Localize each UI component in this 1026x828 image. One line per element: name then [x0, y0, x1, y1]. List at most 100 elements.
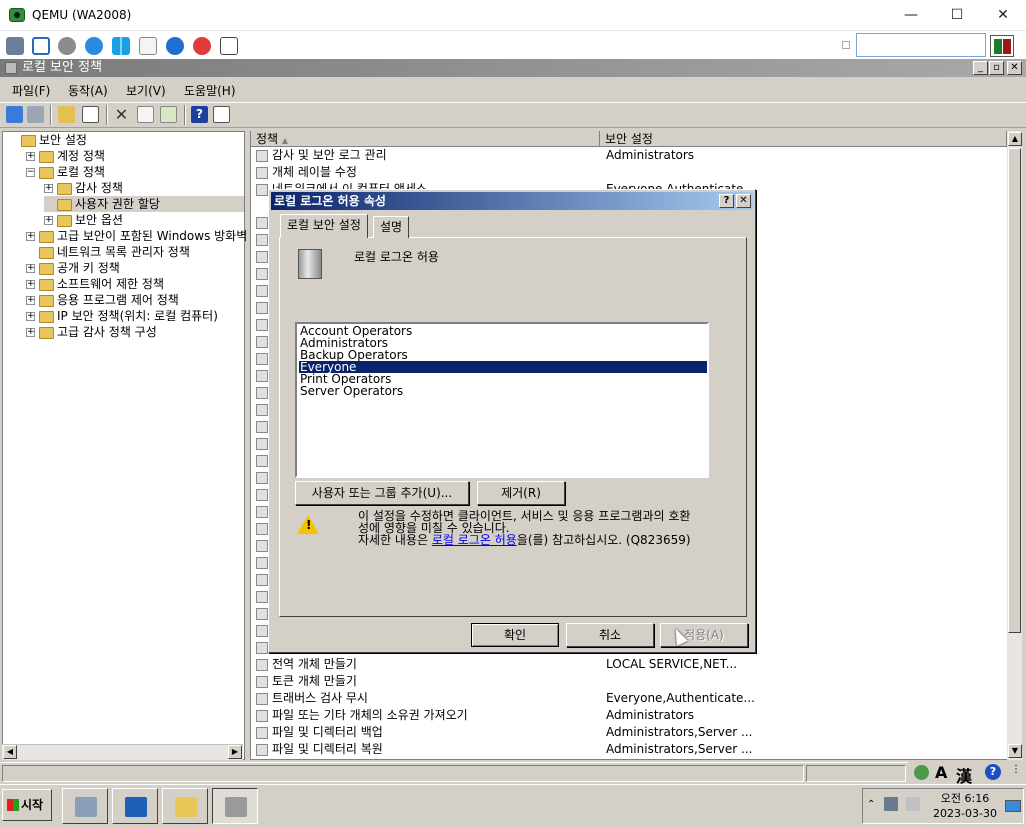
clock[interactable]: 오전 6:16 2023-03-30	[930, 791, 1000, 821]
table-row[interactable]: 개체 레이블 수정	[256, 164, 1006, 181]
fullscreen-icon[interactable]	[32, 37, 50, 55]
tree-expander-icon[interactable]: +	[44, 216, 53, 225]
show-hide-tree-icon[interactable]	[82, 106, 99, 123]
windows-logo-icon[interactable]	[112, 37, 130, 55]
dialog-help-button[interactable]: ?	[719, 194, 734, 208]
policy-icon	[256, 268, 268, 280]
scroll-up-button[interactable]: ▲	[1008, 132, 1022, 146]
table-row[interactable]: 파일 및 디렉터리 복원 Administrators,Server ...	[256, 741, 1006, 758]
search-checkbox[interactable]	[842, 41, 850, 49]
maximize-button[interactable]: ☐	[934, 0, 980, 31]
host-search-input[interactable]	[856, 33, 986, 57]
add-user-group-button[interactable]: 사용자 또는 그룹 추가(U)...	[295, 481, 469, 505]
volume-muted-icon[interactable]	[906, 797, 920, 811]
screenshot-icon[interactable]	[220, 37, 238, 55]
tree-item[interactable]: + 보안 옵션	[44, 212, 244, 228]
policy-name: 로컬 로그온 허용	[354, 250, 439, 264]
tree-item[interactable]: 보안 설정	[8, 132, 244, 148]
tree-expander-icon[interactable]: +	[26, 232, 35, 241]
properties-icon[interactable]	[137, 106, 154, 123]
column-header-setting[interactable]: 보안 설정	[600, 131, 1007, 147]
power-off-icon[interactable]	[193, 37, 211, 55]
policy-help-link[interactable]: 로컬 로그온 허용	[432, 533, 517, 547]
export-list-icon[interactable]	[160, 106, 177, 123]
tree-item[interactable]: + IP 보안 정책(위치: 로컬 컴퓨터)	[26, 308, 244, 324]
taskbar-explorer[interactable]	[162, 788, 208, 824]
tree-item[interactable]: + 응용 프로그램 제어 정책	[26, 292, 244, 308]
show-hidden-icons-icon[interactable]: ⌃	[867, 799, 875, 810]
info-icon[interactable]	[166, 37, 184, 55]
menu-help[interactable]: 도움말(H)	[184, 82, 236, 99]
table-row[interactable]: 감사 및 보안 로그 관리 Administrators	[256, 147, 1006, 164]
tree-expander-icon[interactable]: +	[26, 152, 35, 161]
folder-icon	[39, 262, 54, 275]
remove-button[interactable]: 제거(R)	[477, 481, 565, 505]
table-row[interactable]: 파일 및 디렉터리 백업 Administrators,Server ...	[256, 724, 1006, 741]
menu-view[interactable]: 보기(V)	[126, 82, 166, 99]
menu-file[interactable]: 파일(F)	[12, 82, 50, 99]
tab-local-security-setting[interactable]: 로컬 보안 설정	[280, 214, 368, 238]
menu-action[interactable]: 동작(A)	[68, 82, 108, 99]
refresh-icon[interactable]	[85, 37, 103, 55]
ime-options-icon[interactable]: ⋮	[1011, 764, 1021, 775]
close-window-button[interactable]: ✕	[980, 0, 1026, 31]
taskbar-powershell[interactable]	[112, 788, 158, 824]
start-button[interactable]: 시작	[2, 789, 52, 821]
mdi-minimize-button[interactable]: _	[973, 61, 988, 75]
mdi-restore-button[interactable]: ▫	[989, 61, 1004, 75]
up-folder-icon[interactable]	[58, 106, 75, 123]
status-pane-main	[2, 765, 804, 782]
tree-expander-icon[interactable]: +	[26, 328, 35, 337]
scrollbar-thumb[interactable]	[1008, 148, 1021, 633]
ime-tools-icon[interactable]	[914, 765, 929, 780]
scroll-down-button[interactable]: ▼	[1008, 744, 1022, 758]
settings-gear-icon[interactable]	[58, 37, 76, 55]
tab-explain[interactable]: 설명	[373, 216, 410, 238]
table-row[interactable]: 파일 또는 기타 개체의 소유권 가져오기 Administrators	[256, 707, 1006, 724]
tree-item[interactable]: − 로컬 정책	[26, 164, 244, 180]
tree-item[interactable]: + 계정 정책	[26, 148, 244, 164]
dialog-close-button[interactable]: ✕	[736, 194, 751, 208]
table-row[interactable]: 전역 개체 만들기 LOCAL SERVICE,NET...	[256, 656, 1006, 673]
tree-item[interactable]: + 고급 감사 정책 구성	[26, 324, 244, 340]
clipboard-icon[interactable]	[139, 37, 157, 55]
tree-expander-icon[interactable]: +	[26, 312, 35, 321]
tree-item[interactable]: + 고급 보안이 포함된 Windows 방화벽	[26, 228, 247, 244]
help-icon[interactable]: ?	[191, 106, 208, 123]
tree-item[interactable]: + 공개 키 정책	[26, 260, 244, 276]
taskbar-server-manager[interactable]	[62, 788, 108, 824]
group-list-item[interactable]: Backup Operators	[299, 349, 707, 361]
back-arrow-icon[interactable]	[6, 106, 23, 123]
scroll-right-button[interactable]: ▶	[228, 745, 242, 759]
color-picker-icon[interactable]	[990, 35, 1014, 57]
folder-icon	[39, 278, 54, 291]
delete-icon[interactable]: ✕	[113, 106, 130, 123]
tree-item[interactable]: 사용자 권한 할당	[44, 196, 244, 212]
tree-expander-icon[interactable]: +	[26, 280, 35, 289]
tree-expander-icon[interactable]: −	[26, 168, 35, 177]
minimize-button[interactable]: —	[888, 0, 934, 31]
group-list-item[interactable]: Server Operators	[299, 385, 707, 397]
taskbar-local-security-policy[interactable]	[212, 788, 258, 824]
network-icon[interactable]	[6, 37, 24, 55]
tree-expander-icon[interactable]: +	[44, 184, 53, 193]
forward-arrow-icon[interactable]	[27, 106, 44, 123]
mdi-close-button[interactable]: ✕	[1007, 61, 1022, 75]
scroll-left-button[interactable]: ◀	[3, 745, 17, 759]
table-row[interactable]: 트래버스 검사 무시 Everyone,Authenticate...	[256, 690, 1006, 707]
column-header-policy[interactable]: 정책 ▲	[251, 131, 600, 147]
ime-help-icon[interactable]: ?	[985, 764, 1001, 780]
action-pane-icon[interactable]	[213, 106, 230, 123]
tree-expander-icon[interactable]: +	[26, 264, 35, 273]
ime-alpha-toggle[interactable]: A	[935, 763, 947, 782]
ok-button[interactable]: 확인	[471, 623, 559, 647]
tree-item[interactable]: 네트워크 목록 관리자 정책	[26, 244, 244, 260]
tree-item[interactable]: + 소프트웨어 제한 정책	[26, 276, 244, 292]
tree-horizontal-scrollbar[interactable]	[2, 744, 243, 760]
show-desktop-icon[interactable]	[1005, 800, 1021, 812]
cancel-button[interactable]: 취소	[566, 623, 654, 647]
table-row[interactable]: 토큰 개체 만들기	[256, 673, 1006, 690]
tree-expander-icon[interactable]: +	[26, 296, 35, 305]
network-tray-icon[interactable]	[884, 797, 898, 811]
tree-item[interactable]: + 감사 정책	[44, 180, 244, 196]
